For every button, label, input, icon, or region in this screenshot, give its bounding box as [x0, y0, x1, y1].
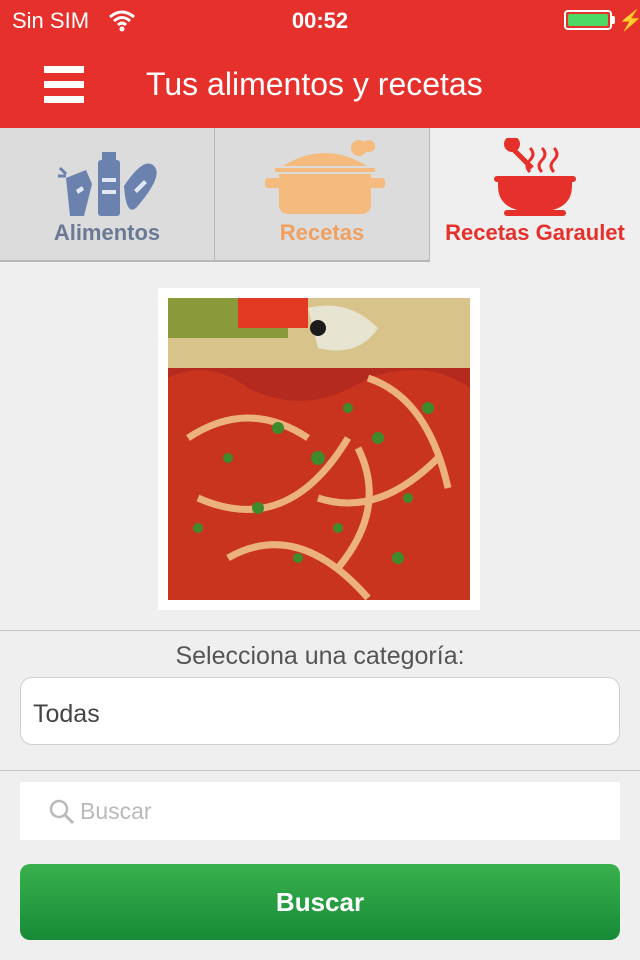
page-title: Tus alimentos y recetas: [146, 66, 483, 102]
tab-alimentos[interactable]: Alimentos: [0, 128, 215, 262]
hamburger-icon[interactable]: [44, 66, 84, 104]
tab-label: Alimentos: [53, 220, 161, 245]
status-time: 00:52: [291, 8, 349, 33]
search-button[interactable]: Buscar: [20, 864, 620, 940]
app-header: Sin SIM 00:52 ⚡ Tus alimentos y recetas: [0, 0, 640, 128]
soup-bowl-icon: [494, 138, 576, 216]
battery-tip: [612, 16, 615, 24]
recipe-photo: [168, 298, 470, 601]
charging-icon: ⚡: [618, 10, 640, 32]
tab-recetas-garaulet[interactable]: Recetas Garaulet: [430, 128, 640, 262]
divider: [0, 630, 640, 631]
category-label: Selecciona una categoría:: [175, 642, 465, 670]
category-select[interactable]: Todas: [20, 677, 620, 745]
tab-label: Recetas: [279, 220, 365, 245]
tab-recetas[interactable]: Recetas: [215, 128, 430, 262]
status-bar: Sin SIM 00:52 ⚡: [0, 0, 640, 40]
search-box: [20, 782, 620, 840]
search-input[interactable]: [80, 794, 600, 828]
groceries-icon: [58, 152, 157, 216]
category-tabs: Alimentos Recetas Recetas Garaulet: [0, 128, 640, 262]
battery-icon: [564, 10, 612, 30]
divider: [0, 770, 640, 771]
recipe-photo-frame: [158, 288, 480, 610]
search-icon: [49, 799, 75, 825]
cooking-pot-icon: [265, 140, 385, 214]
tab-label: Recetas Garaulet: [445, 220, 625, 245]
